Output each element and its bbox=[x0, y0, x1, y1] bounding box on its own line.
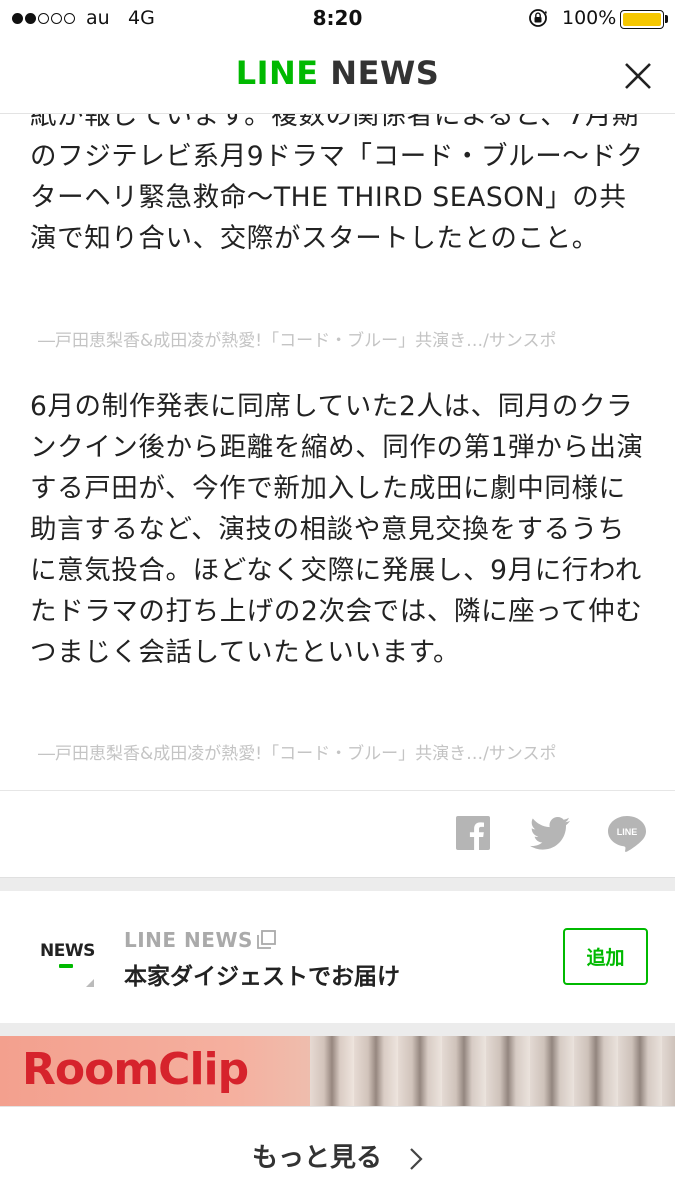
account-promo: NEWS LINE NEWS 本家ダイジェストでお届け 追加 bbox=[0, 891, 675, 1023]
logo-line: LINE bbox=[235, 54, 319, 92]
section-gap bbox=[0, 877, 675, 891]
article-paragraph: 紙が報じています。複数の関係者によると、7月期のフジテレビ系月9ドラマ「コード・… bbox=[30, 114, 644, 254]
more-label: もっと見る bbox=[251, 1143, 382, 1173]
roomclip-logo: RoomClip bbox=[22, 1044, 249, 1095]
news-account-logo: NEWS bbox=[40, 941, 96, 987]
battery-icon bbox=[620, 10, 664, 29]
promo-source: LINE NEWS bbox=[124, 928, 253, 952]
section-gap bbox=[0, 1023, 675, 1036]
line-share-label: LINE bbox=[617, 827, 638, 837]
chevron-right-icon bbox=[410, 1147, 423, 1170]
news-logo-text: NEWS bbox=[40, 941, 95, 961]
copy-icon bbox=[257, 930, 276, 949]
ad-banner[interactable]: RoomClip bbox=[0, 1036, 675, 1106]
battery-percentage: 100% bbox=[562, 7, 617, 29]
close-icon[interactable] bbox=[618, 56, 658, 96]
status-bar: au 4G 8:20 100% bbox=[0, 0, 675, 38]
article-paragraph: 6月の制作発表に同席していた2人は、同月のクランクイン後から距離を縮め、同作の第… bbox=[30, 391, 644, 668]
ad-background-image bbox=[310, 1036, 675, 1106]
article-viewport: 紙が報じています。複数の関係者によると、7月期のフジテレビ系月9ドラマ「コード・… bbox=[0, 114, 675, 790]
more-bar: もっと見る bbox=[0, 1106, 675, 1200]
article-citation[interactable]: ―戸田恵梨香&成田凌が熱愛!「コード・ブルー」共演き…/サンスポ bbox=[38, 739, 648, 764]
line-news-logo: LINE NEWS bbox=[0, 54, 675, 92]
battery-tip bbox=[665, 15, 668, 23]
app-header: LINE NEWS bbox=[0, 38, 675, 114]
promo-title: 本家ダイジェストでお届け bbox=[124, 964, 400, 990]
logo-news: NEWS bbox=[330, 54, 440, 92]
share-bar: LINE bbox=[0, 791, 675, 877]
news-logo-bar bbox=[59, 964, 73, 968]
more-button[interactable]: もっと見る bbox=[0, 1137, 675, 1174]
article-citation[interactable]: ―戸田恵梨香&成田凌が熱愛!「コード・ブルー」共演き…/サンスポ bbox=[38, 326, 648, 351]
twitter-icon[interactable] bbox=[530, 817, 570, 850]
line-share-icon[interactable]: LINE bbox=[607, 815, 647, 853]
rotation-lock-icon bbox=[529, 9, 547, 27]
facebook-icon[interactable] bbox=[456, 816, 490, 850]
add-friend-button[interactable]: 追加 bbox=[563, 928, 648, 985]
news-logo-corner bbox=[86, 979, 94, 987]
